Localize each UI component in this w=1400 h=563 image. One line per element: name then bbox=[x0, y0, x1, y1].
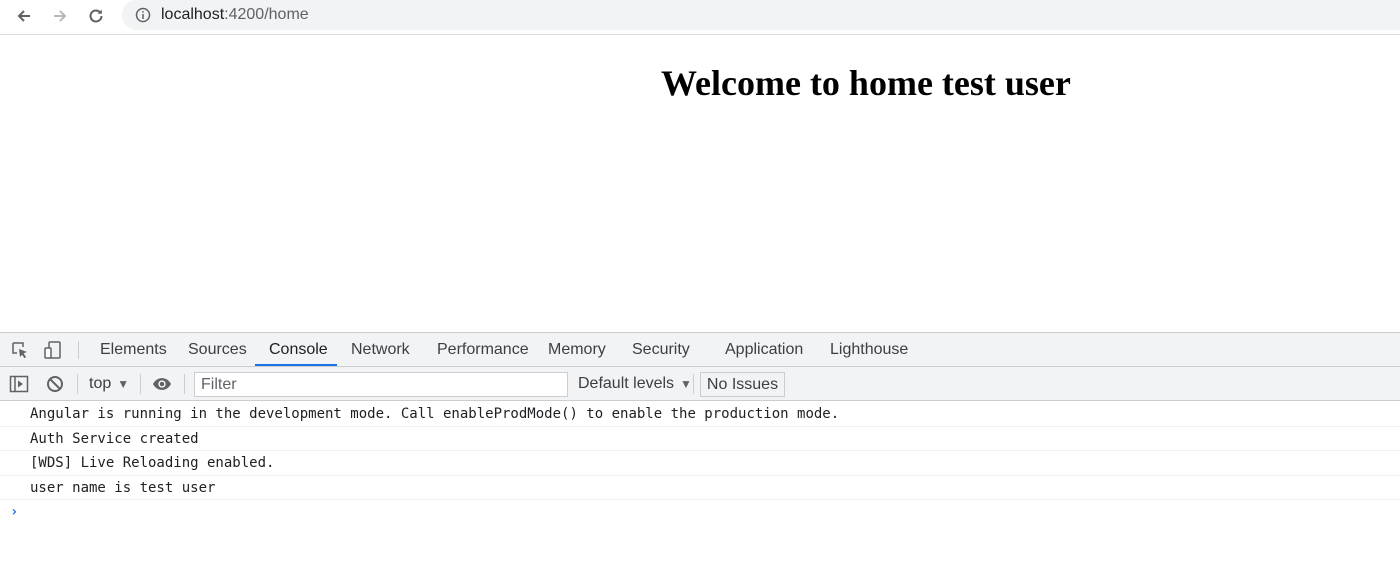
inspect-element-icon[interactable] bbox=[10, 340, 30, 360]
active-tab-indicator bbox=[255, 364, 337, 366]
toolbar-separator bbox=[184, 374, 185, 394]
page-title: Welcome to home test user bbox=[661, 63, 1071, 103]
caret-down-icon: ▼ bbox=[680, 377, 692, 391]
eye-icon[interactable] bbox=[152, 374, 172, 394]
arrow-left-icon bbox=[17, 9, 30, 22]
tab-lighthouse[interactable]: Lighthouse bbox=[830, 333, 908, 366]
console-toolbar: top ▼ Default levels ▼ No Issues bbox=[0, 367, 1400, 401]
sidebar-toggle-icon[interactable] bbox=[9, 374, 29, 394]
reload-button[interactable] bbox=[78, 0, 114, 31]
arrow-right-icon bbox=[54, 9, 67, 22]
tab-separator bbox=[78, 341, 79, 359]
filter-input[interactable] bbox=[194, 372, 568, 397]
context-value: top bbox=[89, 375, 112, 392]
prompt-chevron-icon: › bbox=[10, 504, 19, 520]
console-message: [WDS] Live Reloading enabled. bbox=[0, 451, 1400, 476]
clear-console-icon[interactable] bbox=[45, 374, 65, 394]
url-path: :4200/home bbox=[224, 6, 309, 23]
tab-sources[interactable]: Sources bbox=[188, 333, 247, 366]
console-message: user name is test user bbox=[0, 476, 1400, 500]
device-toolbar-icon[interactable] bbox=[43, 340, 63, 360]
toolbar-separator bbox=[77, 374, 78, 394]
info-icon[interactable] bbox=[134, 6, 152, 24]
devtools-tab-bar: Elements Sources Console Network Perform… bbox=[0, 333, 1400, 367]
url-host: localhost bbox=[161, 6, 225, 23]
log-levels-value: Default levels bbox=[578, 375, 675, 392]
toolbar-separator bbox=[693, 374, 694, 394]
tab-security[interactable]: Security bbox=[632, 333, 690, 366]
console-message: Auth Service created bbox=[0, 427, 1400, 451]
console-message: Angular is running in the development mo… bbox=[0, 402, 1400, 427]
tab-performance[interactable]: Performance bbox=[437, 333, 529, 366]
log-levels-selector[interactable]: Default levels ▼ bbox=[578, 367, 692, 401]
reload-icon bbox=[89, 9, 103, 22]
console-prompt[interactable]: › bbox=[0, 500, 1400, 524]
tab-network[interactable]: Network bbox=[351, 333, 410, 366]
tab-application[interactable]: Application bbox=[725, 333, 803, 366]
toolbar-separator bbox=[140, 374, 141, 394]
forward-button[interactable] bbox=[42, 0, 78, 31]
console-messages: Angular is running in the development mo… bbox=[0, 402, 1400, 524]
devtools-panel: Elements Sources Console Network Perform… bbox=[0, 332, 1400, 563]
page-viewport: Welcome to home test user bbox=[0, 35, 1400, 332]
url-text: localhost:4200/home bbox=[161, 6, 309, 24]
issues-button[interactable]: No Issues bbox=[700, 372, 785, 397]
tab-memory[interactable]: Memory bbox=[548, 333, 606, 366]
address-bar[interactable]: localhost:4200/home bbox=[122, 0, 1400, 30]
tab-elements[interactable]: Elements bbox=[100, 333, 167, 366]
back-button[interactable] bbox=[6, 0, 42, 31]
tab-console[interactable]: Console bbox=[269, 333, 328, 366]
context-selector[interactable]: top ▼ bbox=[89, 367, 129, 401]
caret-down-icon: ▼ bbox=[117, 377, 130, 391]
